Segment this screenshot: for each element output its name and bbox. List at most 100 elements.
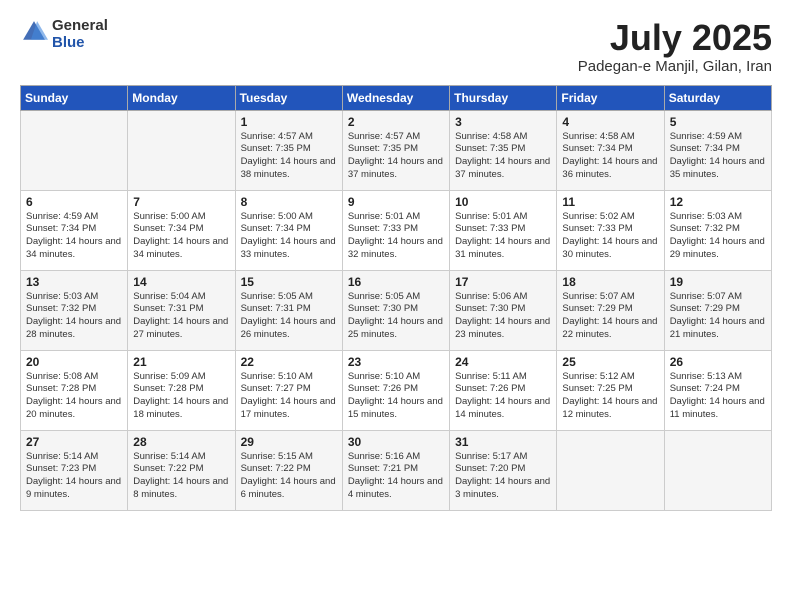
table-row: 17 Sunrise: 5:06 AM Sunset: 7:30 PM Dayl…: [450, 270, 557, 350]
location-subtitle: Padegan-e Manjil, Gilan, Iran: [578, 58, 772, 75]
day-info: Sunrise: 5:07 AM Sunset: 7:29 PM Dayligh…: [670, 291, 767, 342]
table-row: 11 Sunrise: 5:02 AM Sunset: 7:33 PM Dayl…: [557, 190, 664, 270]
header-saturday: Saturday: [664, 85, 771, 110]
table-row: 31 Sunrise: 5:17 AM Sunset: 7:20 PM Dayl…: [450, 430, 557, 510]
day-number: 25: [562, 355, 659, 369]
sunset-text: Sunset: 7:34 PM: [670, 143, 740, 154]
logo-icon: [20, 18, 48, 46]
day-info: Sunrise: 4:58 AM Sunset: 7:34 PM Dayligh…: [562, 131, 659, 182]
table-row: 27 Sunrise: 5:14 AM Sunset: 7:23 PM Dayl…: [21, 430, 128, 510]
day-number: 10: [455, 195, 552, 209]
day-info: Sunrise: 5:05 AM Sunset: 7:30 PM Dayligh…: [348, 291, 445, 342]
sunset-text: Sunset: 7:32 PM: [26, 303, 96, 314]
sunrise-text: Sunrise: 4:57 AM: [241, 131, 313, 142]
day-number: 6: [26, 195, 123, 209]
calendar-table: Sunday Monday Tuesday Wednesday Thursday…: [20, 85, 772, 511]
day-number: 5: [670, 115, 767, 129]
day-number: 14: [133, 275, 230, 289]
table-row: [557, 430, 664, 510]
sunset-text: Sunset: 7:35 PM: [241, 143, 311, 154]
sunset-text: Sunset: 7:31 PM: [241, 303, 311, 314]
table-row: 24 Sunrise: 5:11 AM Sunset: 7:26 PM Dayl…: [450, 350, 557, 430]
table-row: 10 Sunrise: 5:01 AM Sunset: 7:33 PM Dayl…: [450, 190, 557, 270]
daylight-text: Daylight: 14 hours and 37 minutes.: [455, 156, 550, 180]
daylight-text: Daylight: 14 hours and 32 minutes.: [348, 236, 443, 260]
sunset-text: Sunset: 7:29 PM: [562, 303, 632, 314]
logo: General Blue: [20, 18, 108, 51]
sunset-text: Sunset: 7:20 PM: [455, 463, 525, 474]
table-row: 6 Sunrise: 4:59 AM Sunset: 7:34 PM Dayli…: [21, 190, 128, 270]
day-number: 16: [348, 275, 445, 289]
logo-blue-text: Blue: [52, 35, 108, 52]
sunrise-text: Sunrise: 5:00 AM: [133, 211, 205, 222]
day-info: Sunrise: 5:09 AM Sunset: 7:28 PM Dayligh…: [133, 371, 230, 422]
day-number: 12: [670, 195, 767, 209]
daylight-text: Daylight: 14 hours and 31 minutes.: [455, 236, 550, 260]
daylight-text: Daylight: 14 hours and 27 minutes.: [133, 316, 228, 340]
page: General Blue July 2025 Padegan-e Manjil,…: [0, 0, 792, 612]
logo-general-text: General: [52, 18, 108, 35]
calendar-week-row: 27 Sunrise: 5:14 AM Sunset: 7:23 PM Dayl…: [21, 430, 772, 510]
day-number: 9: [348, 195, 445, 209]
sunset-text: Sunset: 7:34 PM: [562, 143, 632, 154]
day-number: 17: [455, 275, 552, 289]
day-number: 2: [348, 115, 445, 129]
sunset-text: Sunset: 7:32 PM: [670, 223, 740, 234]
title-block: July 2025 Padegan-e Manjil, Gilan, Iran: [578, 18, 772, 75]
sunset-text: Sunset: 7:31 PM: [133, 303, 203, 314]
day-number: 30: [348, 435, 445, 449]
sunrise-text: Sunrise: 5:06 AM: [455, 291, 527, 302]
sunset-text: Sunset: 7:33 PM: [562, 223, 632, 234]
day-number: 7: [133, 195, 230, 209]
daylight-text: Daylight: 14 hours and 35 minutes.: [670, 156, 765, 180]
sunrise-text: Sunrise: 5:13 AM: [670, 371, 742, 382]
daylight-text: Daylight: 14 hours and 3 minutes.: [455, 476, 550, 500]
calendar-header-row: Sunday Monday Tuesday Wednesday Thursday…: [21, 85, 772, 110]
day-info: Sunrise: 4:57 AM Sunset: 7:35 PM Dayligh…: [241, 131, 338, 182]
calendar-week-row: 6 Sunrise: 4:59 AM Sunset: 7:34 PM Dayli…: [21, 190, 772, 270]
sunrise-text: Sunrise: 5:10 AM: [348, 371, 420, 382]
day-info: Sunrise: 5:03 AM Sunset: 7:32 PM Dayligh…: [26, 291, 123, 342]
table-row: 12 Sunrise: 5:03 AM Sunset: 7:32 PM Dayl…: [664, 190, 771, 270]
table-row: 25 Sunrise: 5:12 AM Sunset: 7:25 PM Dayl…: [557, 350, 664, 430]
sunrise-text: Sunrise: 5:10 AM: [241, 371, 313, 382]
table-row: 29 Sunrise: 5:15 AM Sunset: 7:22 PM Dayl…: [235, 430, 342, 510]
header-tuesday: Tuesday: [235, 85, 342, 110]
day-number: 21: [133, 355, 230, 369]
daylight-text: Daylight: 14 hours and 15 minutes.: [348, 396, 443, 420]
daylight-text: Daylight: 14 hours and 18 minutes.: [133, 396, 228, 420]
day-info: Sunrise: 5:15 AM Sunset: 7:22 PM Dayligh…: [241, 451, 338, 502]
sunrise-text: Sunrise: 5:07 AM: [670, 291, 742, 302]
day-info: Sunrise: 5:14 AM Sunset: 7:22 PM Dayligh…: [133, 451, 230, 502]
header-thursday: Thursday: [450, 85, 557, 110]
daylight-text: Daylight: 14 hours and 23 minutes.: [455, 316, 550, 340]
sunset-text: Sunset: 7:23 PM: [26, 463, 96, 474]
table-row: [21, 110, 128, 190]
day-info: Sunrise: 5:01 AM Sunset: 7:33 PM Dayligh…: [455, 211, 552, 262]
daylight-text: Daylight: 14 hours and 30 minutes.: [562, 236, 657, 260]
table-row: 23 Sunrise: 5:10 AM Sunset: 7:26 PM Dayl…: [342, 350, 449, 430]
day-number: 27: [26, 435, 123, 449]
sunrise-text: Sunrise: 5:11 AM: [455, 371, 527, 382]
daylight-text: Daylight: 14 hours and 12 minutes.: [562, 396, 657, 420]
daylight-text: Daylight: 14 hours and 36 minutes.: [562, 156, 657, 180]
logo-text: General Blue: [52, 18, 108, 51]
table-row: 18 Sunrise: 5:07 AM Sunset: 7:29 PM Dayl…: [557, 270, 664, 350]
daylight-text: Daylight: 14 hours and 22 minutes.: [562, 316, 657, 340]
sunrise-text: Sunrise: 4:59 AM: [670, 131, 742, 142]
calendar-week-row: 20 Sunrise: 5:08 AM Sunset: 7:28 PM Dayl…: [21, 350, 772, 430]
day-info: Sunrise: 5:02 AM Sunset: 7:33 PM Dayligh…: [562, 211, 659, 262]
sunset-text: Sunset: 7:34 PM: [241, 223, 311, 234]
sunrise-text: Sunrise: 5:08 AM: [26, 371, 98, 382]
table-row: 5 Sunrise: 4:59 AM Sunset: 7:34 PM Dayli…: [664, 110, 771, 190]
daylight-text: Daylight: 14 hours and 25 minutes.: [348, 316, 443, 340]
table-row: [128, 110, 235, 190]
day-number: 18: [562, 275, 659, 289]
table-row: 1 Sunrise: 4:57 AM Sunset: 7:35 PM Dayli…: [235, 110, 342, 190]
day-number: 24: [455, 355, 552, 369]
daylight-text: Daylight: 14 hours and 4 minutes.: [348, 476, 443, 500]
day-number: 22: [241, 355, 338, 369]
table-row: 9 Sunrise: 5:01 AM Sunset: 7:33 PM Dayli…: [342, 190, 449, 270]
sunset-text: Sunset: 7:26 PM: [348, 383, 418, 394]
sunrise-text: Sunrise: 5:14 AM: [133, 451, 205, 462]
